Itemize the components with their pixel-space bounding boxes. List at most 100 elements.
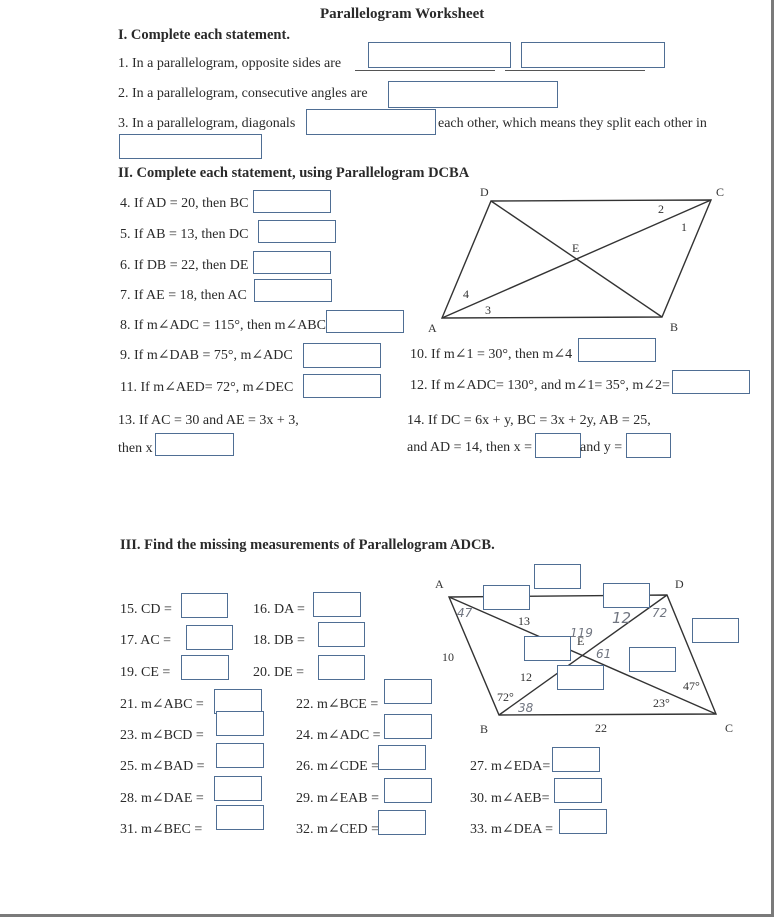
question-23-text: 23. m∠BCD =: [120, 728, 204, 743]
answer-box-3a[interactable]: [306, 109, 436, 135]
answer-box-1b[interactable]: [521, 42, 665, 68]
answer-box-28[interactable]: [214, 776, 262, 801]
worksheet-title: Parallelogram Worksheet: [320, 6, 485, 22]
question-7-text: 7. If AE = 18, then AC: [120, 288, 247, 303]
label-angle-dce-47: 47°: [683, 679, 700, 693]
vertex-label-e: E: [572, 241, 579, 255]
handwritten-angle-dec: 61: [596, 647, 611, 661]
answer-box-17[interactable]: [186, 625, 233, 650]
answer-box-8[interactable]: [326, 310, 404, 333]
answer-box-11[interactable]: [303, 374, 381, 398]
handwritten-angle-bae: 47: [457, 606, 473, 620]
label-angle-abe-72: 72°: [497, 690, 514, 704]
question-12-text: 12. If m∠ADC= 130°, and m∠1= 35°, m∠2=: [410, 378, 670, 393]
question-14-text-b: and AD = 14, then x =: [407, 440, 533, 455]
answer-box-19[interactable]: [181, 655, 229, 680]
vertex-label-b: B: [670, 320, 678, 334]
question-33-text: 33. m∠DEA =: [470, 822, 554, 837]
handwritten-angle-aed: 119: [570, 626, 593, 640]
diagram-answer-box-ad[interactable]: [534, 564, 581, 589]
question-8-text: 8. If m∠ADC = 115°, then m∠ABC: [120, 318, 326, 333]
answer-box-33[interactable]: [559, 809, 607, 834]
vertex-label-b: B: [480, 722, 488, 736]
question-4-text: 4. If AD = 20, then BC: [120, 196, 249, 211]
question-17-text: 17. AC =: [120, 633, 172, 648]
angle-label-4: 4: [463, 287, 469, 301]
question-15-text: 15. CD =: [120, 602, 172, 617]
question-24-text: 24. m∠ADC =: [296, 728, 381, 743]
answer-box-25[interactable]: [216, 743, 264, 768]
vertex-label-a: A: [435, 577, 444, 591]
question-20-text: 20. DE =: [253, 665, 305, 680]
question-13-text-b: then x: [118, 441, 153, 456]
answer-box-29[interactable]: [384, 778, 432, 803]
answer-box-30[interactable]: [554, 778, 602, 803]
answer-underline: [505, 70, 645, 71]
diagram-answer-box-de-top[interactable]: [603, 583, 650, 608]
answer-box-26[interactable]: [378, 745, 426, 770]
label-angle-ecb-23: 23°: [653, 696, 670, 710]
answer-box-32[interactable]: [378, 810, 426, 835]
diagram-answer-box-ae-top[interactable]: [483, 585, 530, 610]
vertex-label-a: A: [428, 321, 437, 335]
answer-box-18[interactable]: [318, 622, 365, 647]
question-3-text-a: 3. In a parallelogram, diagonals: [118, 116, 296, 131]
label-bc-22: 22: [595, 721, 607, 735]
question-32-text: 32. m∠CED =: [296, 822, 380, 837]
answer-box-14-y[interactable]: [626, 433, 671, 458]
diagram-answer-box-e-below[interactable]: [557, 665, 604, 690]
question-16-text: 16. DA =: [253, 602, 305, 617]
answer-box-13[interactable]: [155, 433, 234, 456]
answer-box-12[interactable]: [672, 370, 750, 394]
answer-box-7[interactable]: [254, 279, 332, 302]
question-9-text: 9. If m∠DAB = 75°, m∠ADC: [120, 348, 293, 363]
diagonal-ac: [441, 199, 712, 319]
answer-box-3b[interactable]: [119, 134, 262, 159]
question-30-text: 30. m∠AEB=: [470, 791, 550, 806]
question-25-text: 25. m∠BAD =: [120, 759, 205, 774]
answer-box-1a[interactable]: [368, 42, 511, 68]
question-3-text-b: each other, which means they split each …: [438, 116, 707, 131]
answer-box-27[interactable]: [552, 747, 600, 772]
section-2-heading: II. Complete each statement, using Paral…: [118, 165, 470, 181]
answer-box-6[interactable]: [253, 251, 331, 274]
section-3-heading: III. Find the missing measurements of Pa…: [120, 537, 495, 553]
answer-box-23[interactable]: [216, 711, 264, 736]
question-2-text: 2. In a parallelogram, consecutive angle…: [118, 86, 368, 101]
question-14-text-a: 14. If DC = 6x + y, BC = 3x + 2y, AB = 2…: [407, 413, 651, 428]
answer-box-14-x[interactable]: [535, 433, 581, 458]
parallelogram-dcba-diagram: D C A B E 1 2 3 4: [428, 185, 724, 335]
diagram-answer-box-ec[interactable]: [629, 647, 676, 672]
answer-box-20[interactable]: [318, 655, 365, 680]
answer-box-10[interactable]: [578, 338, 656, 362]
label-ae-13: 13: [518, 614, 530, 628]
question-22-text: 22. m∠BCE =: [296, 697, 379, 712]
question-14-text-c: and y =: [580, 440, 623, 455]
question-1-text: 1. In a parallelogram, opposite sides ar…: [118, 56, 342, 71]
answer-box-5[interactable]: [258, 220, 336, 243]
question-11-text: 11. If m∠AED= 72°, m∠DEC: [120, 380, 294, 395]
answer-box-2[interactable]: [388, 81, 558, 108]
question-19-text: 19. CE =: [120, 665, 171, 680]
answer-box-16[interactable]: [313, 592, 361, 617]
angle-label-1: 1: [681, 220, 687, 234]
question-27-text: 27. m∠EDA=: [470, 759, 551, 774]
answer-box-9[interactable]: [303, 343, 381, 368]
answer-box-15[interactable]: [181, 593, 228, 618]
question-26-text: 26. m∠CDE =: [296, 759, 380, 774]
answer-box-4[interactable]: [253, 190, 331, 213]
vertex-label-d: D: [675, 577, 684, 591]
diagram-answer-box-dc[interactable]: [692, 618, 739, 643]
angle-label-3: 3: [485, 303, 491, 317]
parallelogram-adcb-diagram: A D B C E 13 10 12 22 72° 23° 47° 47 38 …: [435, 577, 733, 736]
answer-box-31[interactable]: [216, 805, 264, 830]
handwritten-angle-ade: 72: [652, 606, 667, 620]
answer-underline: [355, 70, 495, 71]
vertex-label-d: D: [480, 185, 489, 199]
diagram-answer-box-e-left[interactable]: [524, 636, 571, 661]
label-be-12: 12: [520, 670, 532, 684]
question-31-text: 31. m∠BEC =: [120, 822, 203, 837]
angle-label-2: 2: [658, 202, 664, 216]
vertex-label-c: C: [716, 185, 724, 199]
question-29-text: 29. m∠EAB =: [296, 791, 380, 806]
